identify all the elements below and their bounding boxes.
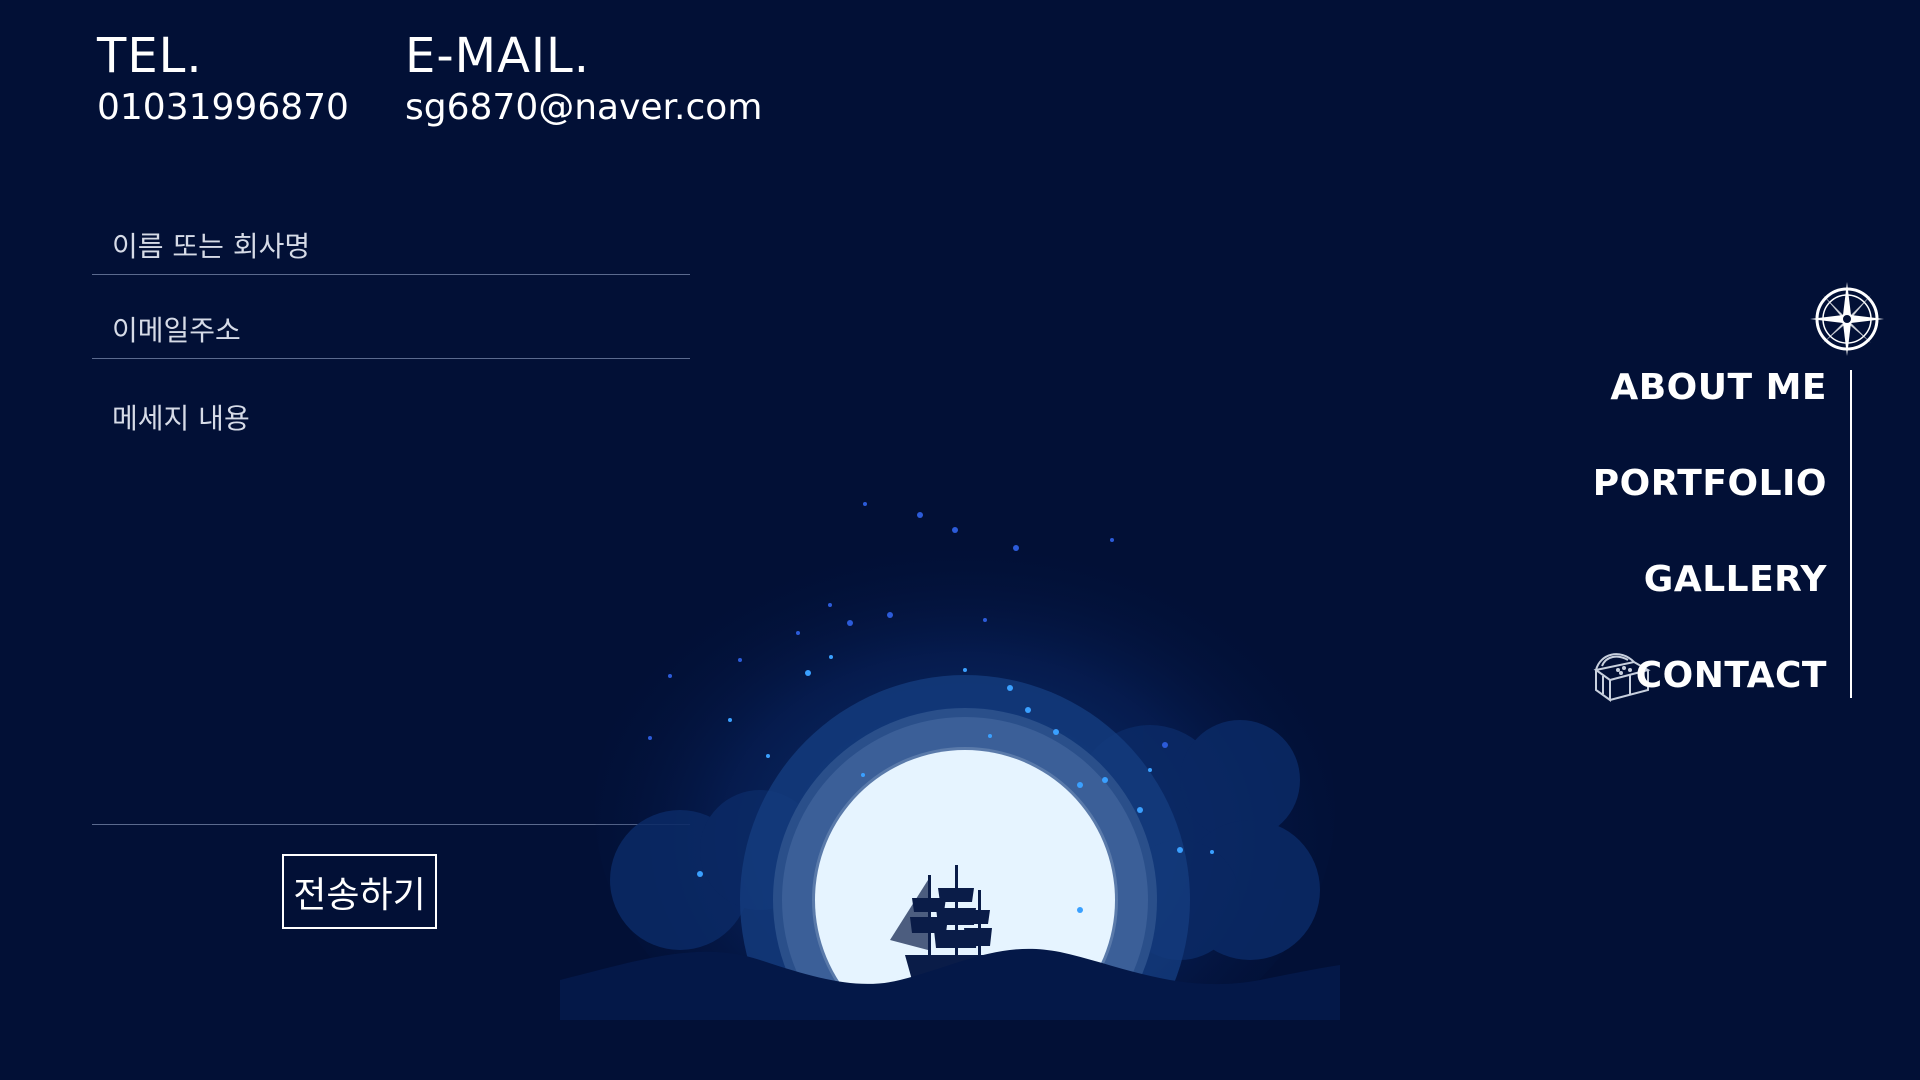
nav-item-about-me[interactable]: ABOUT ME	[1593, 360, 1827, 456]
email-block: E-MAIL. sg6870@naver.com	[405, 28, 762, 130]
submit-button[interactable]: 전송하기	[282, 854, 437, 929]
contact-page: TEL. 01031996870 E-MAIL. sg6870@naver.co…	[0, 0, 1920, 1080]
email-label: E-MAIL.	[405, 28, 591, 84]
name-field-wrapper	[92, 200, 690, 275]
email-value: sg6870@naver.com	[405, 87, 763, 128]
nav-divider	[1850, 370, 1852, 698]
email-input[interactable]	[110, 313, 690, 348]
tel-value: 01031996870	[97, 87, 349, 128]
nav-item-contact[interactable]: CONTACT	[1593, 648, 1827, 744]
main-nav: ABOUT ME PORTFOLIO GALLERY CONTACT	[1593, 360, 1827, 744]
compass-icon	[1810, 282, 1884, 356]
name-input[interactable]	[110, 229, 690, 264]
email-field-wrapper	[92, 275, 690, 359]
nav-item-gallery[interactable]: GALLERY	[1593, 552, 1827, 648]
tel-label: TEL.	[97, 28, 203, 84]
nav-item-portfolio[interactable]: PORTFOLIO	[1593, 456, 1827, 552]
moon-ship-illustration	[560, 502, 1340, 1020]
tel-block: TEL. 01031996870	[97, 28, 349, 130]
